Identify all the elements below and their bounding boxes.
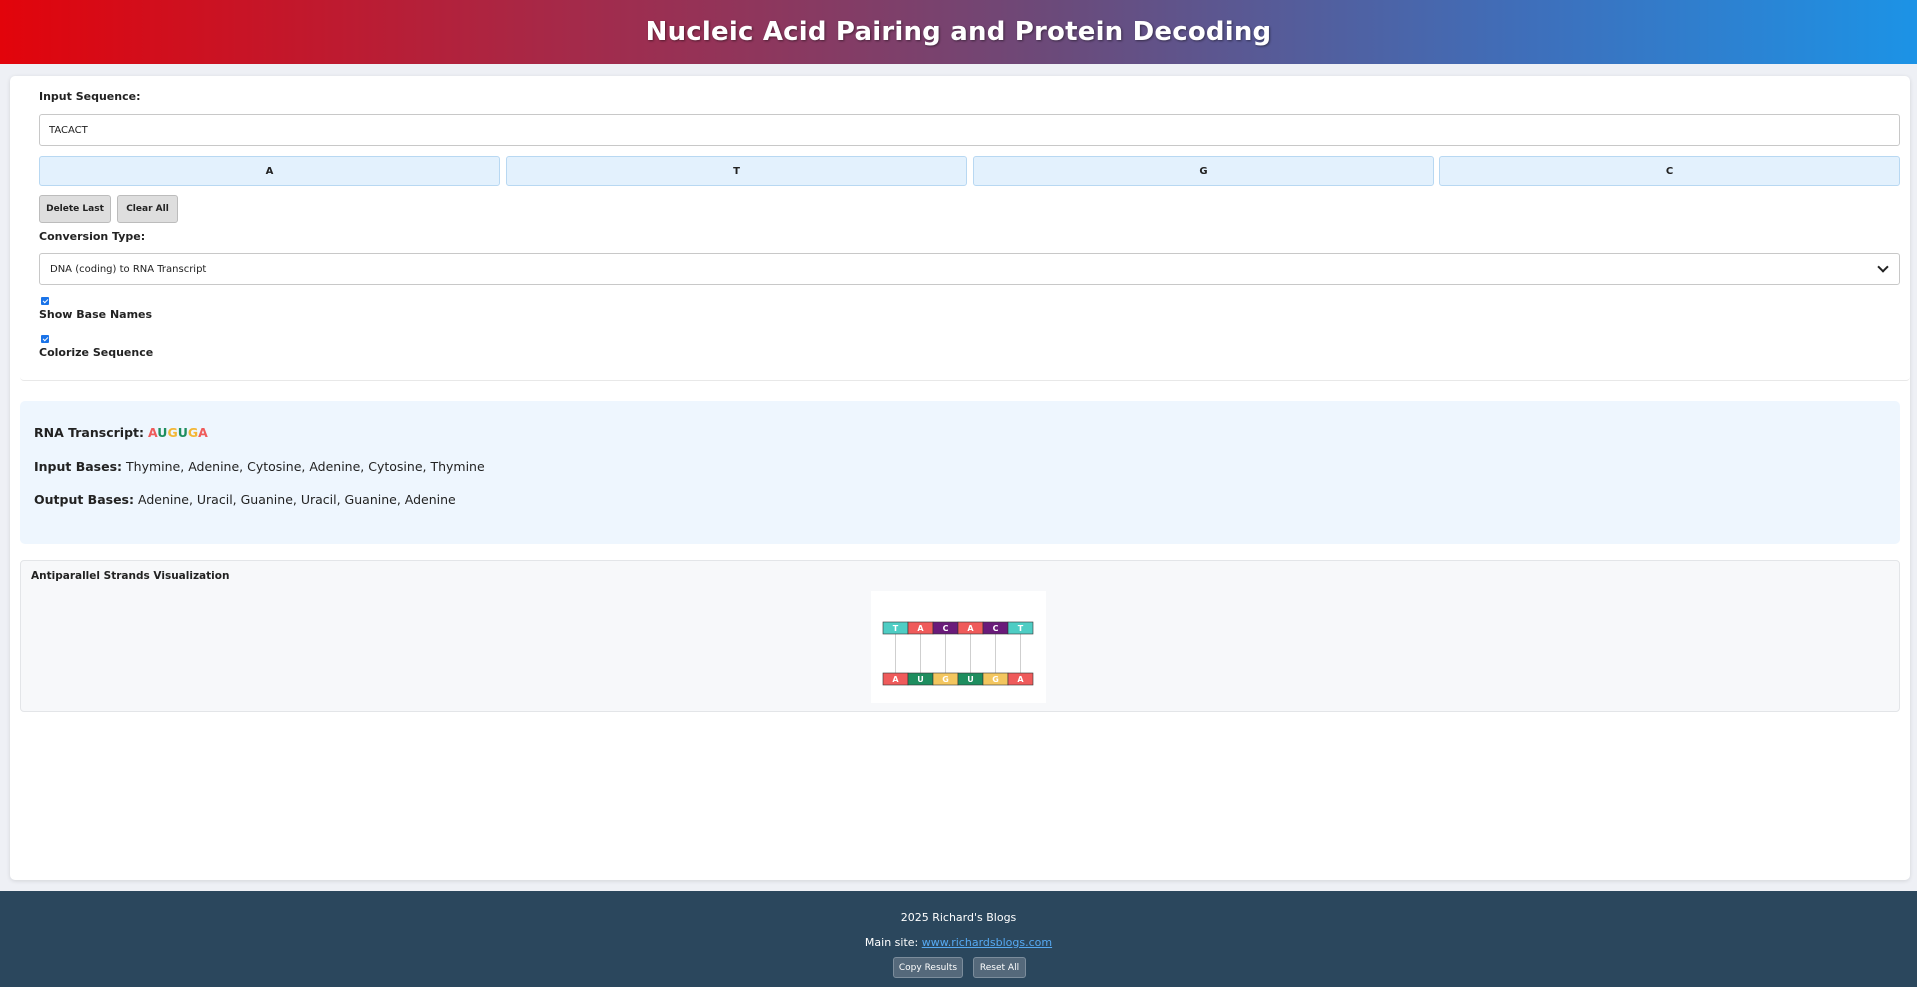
reset-all-button[interactable]: Reset All — [973, 957, 1026, 978]
rna-letter: G — [167, 425, 178, 440]
footer-main-site: Main site: www.richardsblogs.com — [0, 936, 1917, 949]
top-strand-base-label: T — [893, 624, 899, 633]
bottom-strand-base-label: G — [942, 675, 949, 684]
rna-letter: U — [177, 425, 188, 440]
top-strand-base-label: T — [1018, 624, 1024, 633]
bottom-strand-base-label: U — [917, 675, 924, 684]
clear-all-button[interactable]: Clear All — [117, 195, 178, 223]
input-card: Input Sequence: A T G C Delete Last Clea… — [20, 76, 1910, 381]
top-strand-base-label: C — [993, 624, 999, 633]
output-bases-label: Output Bases: — [34, 492, 134, 507]
strands-canvas: T A C A C T A U G U G A — [871, 591, 1046, 703]
conversion-type-select[interactable]: DNA (coding) to RNA Transcript — [39, 253, 1900, 285]
main-panel: Input Sequence: A T G C Delete Last Clea… — [10, 76, 1910, 880]
base-button-g[interactable]: G — [973, 156, 1434, 186]
bottom-strand-base-label: A — [1017, 675, 1024, 684]
rna-transcript-label: RNA Transcript: — [34, 425, 144, 440]
delete-last-button[interactable]: Delete Last — [39, 195, 111, 223]
conversion-type-label: Conversion Type: — [39, 230, 146, 243]
conversion-type-value: DNA (coding) to RNA Transcript — [50, 263, 207, 275]
visualization-title: Antiparallel Strands Visualization — [31, 570, 230, 582]
sequence-input[interactable] — [39, 114, 1900, 146]
strands-diagram: T A C A C T A U G U G A — [882, 621, 1034, 686]
show-base-names-checkbox[interactable] — [41, 297, 49, 305]
base-button-a[interactable]: A — [39, 156, 500, 186]
page-title: Nucleic Acid Pairing and Protein Decodin… — [645, 17, 1272, 47]
input-sequence-label: Input Sequence: — [39, 90, 141, 103]
chevron-down-icon — [1877, 261, 1889, 273]
top-strand-base-label: C — [943, 624, 949, 633]
main-site-label: Main site: — [864, 936, 919, 949]
bottom-strand-base-label: U — [967, 675, 974, 684]
show-base-names-label: Show Base Names — [39, 308, 153, 321]
colorize-sequence-checkbox[interactable] — [41, 335, 49, 343]
input-bases-line: Input Bases: Thymine, Adenine, Cytosine,… — [34, 459, 485, 474]
top-strand-base-label: A — [967, 624, 974, 633]
copy-results-button[interactable]: Copy Results — [893, 957, 963, 978]
rna-letter: A — [147, 425, 158, 440]
base-button-c[interactable]: C — [1439, 156, 1900, 186]
rna-letter: U — [157, 425, 168, 440]
base-button-t[interactable]: T — [506, 156, 967, 186]
top-strand-base-label: A — [917, 624, 924, 633]
bottom-strand-base-label: A — [892, 675, 899, 684]
output-bases-line: Output Bases: Adenine, Uracil, Guanine, … — [34, 492, 456, 507]
input-bases-label: Input Bases: — [34, 459, 123, 474]
visualization-panel: Antiparallel Strands Visualization T A C A C… — [20, 560, 1900, 712]
input-bases-value: Thymine, Adenine, Cytosine, Adenine, Cyt… — [126, 459, 485, 474]
output-bases-value: Adenine, Uracil, Guanine, Uracil, Guanin… — [137, 492, 456, 507]
rna-transcript-sequence: AUGUGA — [148, 425, 208, 440]
rna-transcript-line: RNA Transcript: AUGUGA — [34, 425, 208, 440]
page-footer: 2025 Richard's Blogs Main site: www.rich… — [0, 891, 1917, 987]
rna-letter: A — [198, 425, 208, 440]
rna-letter: G — [187, 425, 199, 440]
colorize-sequence-label: Colorize Sequence — [39, 346, 154, 359]
footer-copyright: 2025 Richard's Blogs — [900, 911, 1017, 924]
bottom-strand-base-label: G — [992, 675, 999, 684]
main-site-link[interactable]: www.richardsblogs.com — [922, 936, 1052, 949]
results-box: RNA Transcript: AUGUGA Input Bases: Thym… — [20, 401, 1900, 544]
page-header: Nucleic Acid Pairing and Protein Decodin… — [0, 0, 1917, 64]
